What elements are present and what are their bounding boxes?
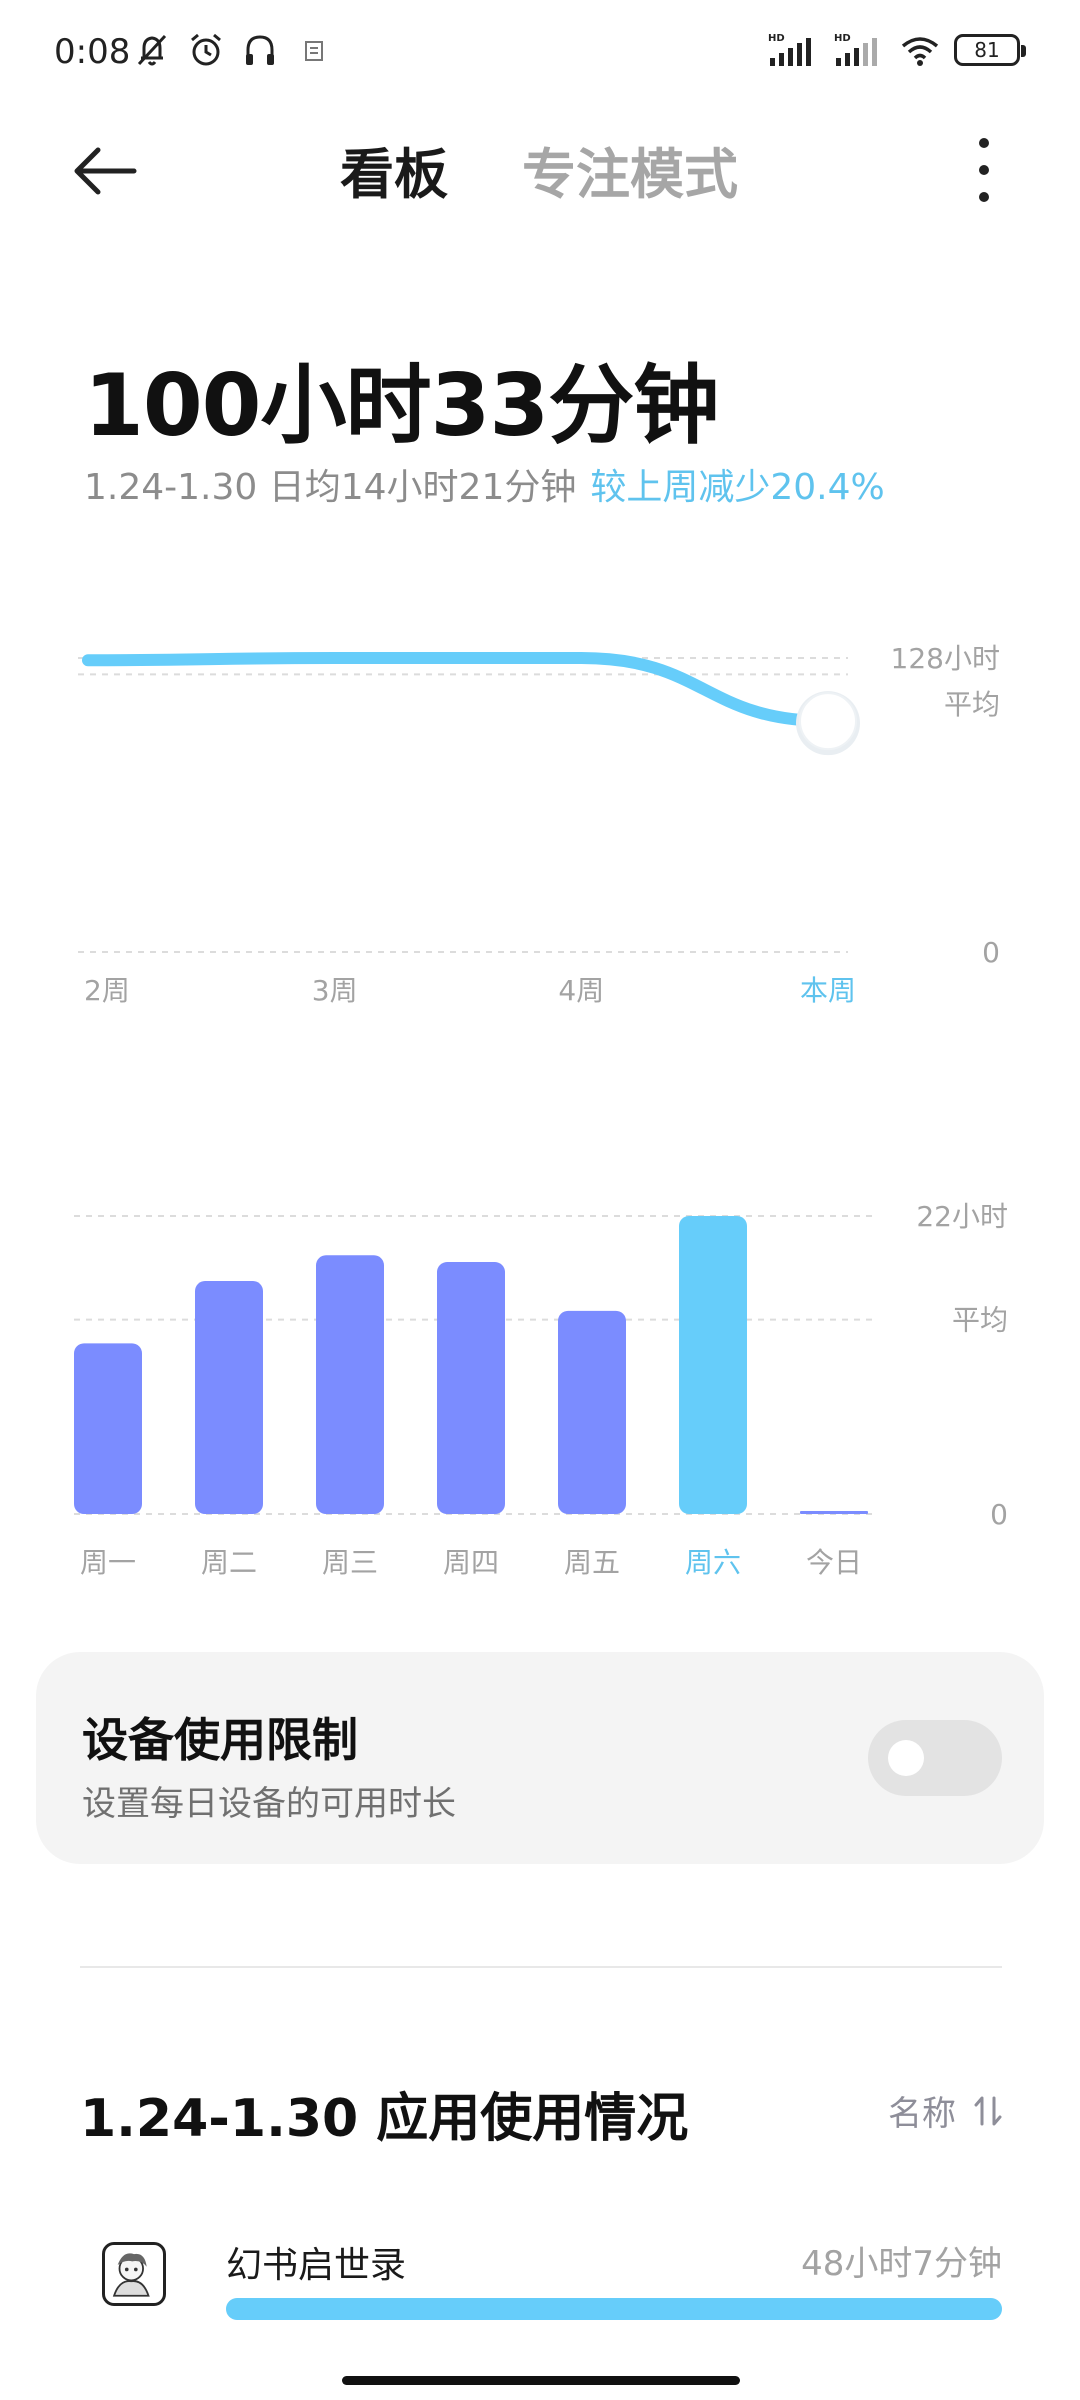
x-tick-label: 周六 xyxy=(685,1546,741,1579)
battery-level: 81 xyxy=(974,38,1000,62)
status-time: 0:08 xyxy=(54,32,131,72)
wifi-icon xyxy=(901,37,939,66)
toggle-knob xyxy=(888,1740,924,1776)
app-usage-bar-fill xyxy=(226,2298,1002,2320)
more-options-icon[interactable] xyxy=(972,138,996,202)
app-icon xyxy=(102,2242,166,2306)
y-average-label: 平均 xyxy=(944,688,1000,721)
daily-usage-chart[interactable]: 22小时平均 0 周一 周二 周三 周四 周五 周六 今日 xyxy=(0,1170,1080,1610)
x-tick-label: 今日 xyxy=(806,1546,862,1579)
bar xyxy=(800,1511,868,1514)
header: 看板 专注模式 xyxy=(0,120,1080,220)
sort-label: 名称 xyxy=(888,2094,956,2134)
bar xyxy=(558,1310,626,1514)
status-icons-left xyxy=(132,30,334,70)
divider xyxy=(80,1966,1002,1968)
weekly-usage-line xyxy=(82,652,834,728)
total-screen-time: 100小时33分钟 xyxy=(84,356,719,456)
y-max-label: 22小时 xyxy=(916,1200,1008,1233)
y-average-label: 平均 xyxy=(952,1304,1008,1337)
device-limit-card[interactable]: 设备使用限制 设置每日设备的可用时长 xyxy=(36,1652,1044,1864)
status-bar: 0:08 HD HD 81 xyxy=(0,0,1080,110)
battery-icon: 81 xyxy=(954,34,1026,66)
x-tick-label: 周二 xyxy=(201,1546,257,1579)
x-tick-label: 周五 xyxy=(564,1546,620,1579)
device-limit-title: 设备使用限制 xyxy=(82,1713,358,1767)
back-arrow-icon[interactable] xyxy=(70,144,140,198)
device-limit-toggle[interactable] xyxy=(868,1720,1002,1796)
bell-off-icon xyxy=(137,34,167,66)
home-indicator[interactable] xyxy=(342,2376,740,2385)
weekly-change: 较上周减少20.4% xyxy=(590,467,885,508)
bar xyxy=(195,1281,263,1514)
x-tick-label: 周四 xyxy=(443,1546,499,1579)
bar xyxy=(437,1262,505,1514)
bar xyxy=(679,1216,747,1514)
app-usage-title: 1.24-1.30 应用使用情况 xyxy=(80,2089,689,2149)
current-week-point xyxy=(799,692,857,751)
sort-button[interactable]: 名称 xyxy=(888,2086,1002,2135)
x-tick-label: 4周 xyxy=(558,974,604,1007)
status-icons-right: HD HD 81 xyxy=(768,30,1026,70)
svg-text:HD: HD xyxy=(768,33,785,44)
signal-hd-2-icon: HD xyxy=(834,33,877,66)
x-tick-label: 本周 xyxy=(800,974,856,1007)
svg-text:HD: HD xyxy=(834,33,851,44)
headphones-icon xyxy=(246,35,274,65)
x-tick-label: 周三 xyxy=(322,1546,378,1579)
y-max-label: 128小时 xyxy=(891,642,1000,675)
x-tick-label: 3周 xyxy=(312,974,358,1007)
summary-line: 1.24-1.30 日均14小时21分钟 较上周减少20.4% xyxy=(84,458,885,510)
sort-icon xyxy=(974,2096,1002,2125)
alarm-icon xyxy=(191,33,221,66)
x-tick-label: 2周 xyxy=(84,974,130,1007)
tab-dashboard[interactable]: 看板 xyxy=(340,130,448,209)
bar xyxy=(316,1255,384,1514)
app-name: 幻书启世录 xyxy=(226,2245,407,2286)
y-zero-label: 0 xyxy=(990,1498,1008,1531)
tab-focus-mode[interactable]: 专注模式 xyxy=(522,130,738,209)
signal-hd-1-icon: HD xyxy=(768,33,811,66)
app-list-item[interactable]: 幻书启世录 48小时7分钟 xyxy=(0,2222,1080,2342)
date-range-average: 1.24-1.30 日均14小时21分钟 xyxy=(84,467,577,508)
weekly-usage-chart[interactable]: 128小时平均 0 2周 3周 4周 本周 xyxy=(0,600,1080,1030)
device-limit-description: 设置每日设备的可用时长 xyxy=(82,1784,456,1824)
x-tick-label: 周一 xyxy=(80,1546,136,1579)
app-usage-bar xyxy=(226,2298,1002,2320)
y-zero-label: 0 xyxy=(982,936,1000,969)
notification-icon xyxy=(305,41,323,61)
bar xyxy=(74,1343,142,1514)
app-usage-time: 48小时7分钟 xyxy=(801,2244,1002,2284)
